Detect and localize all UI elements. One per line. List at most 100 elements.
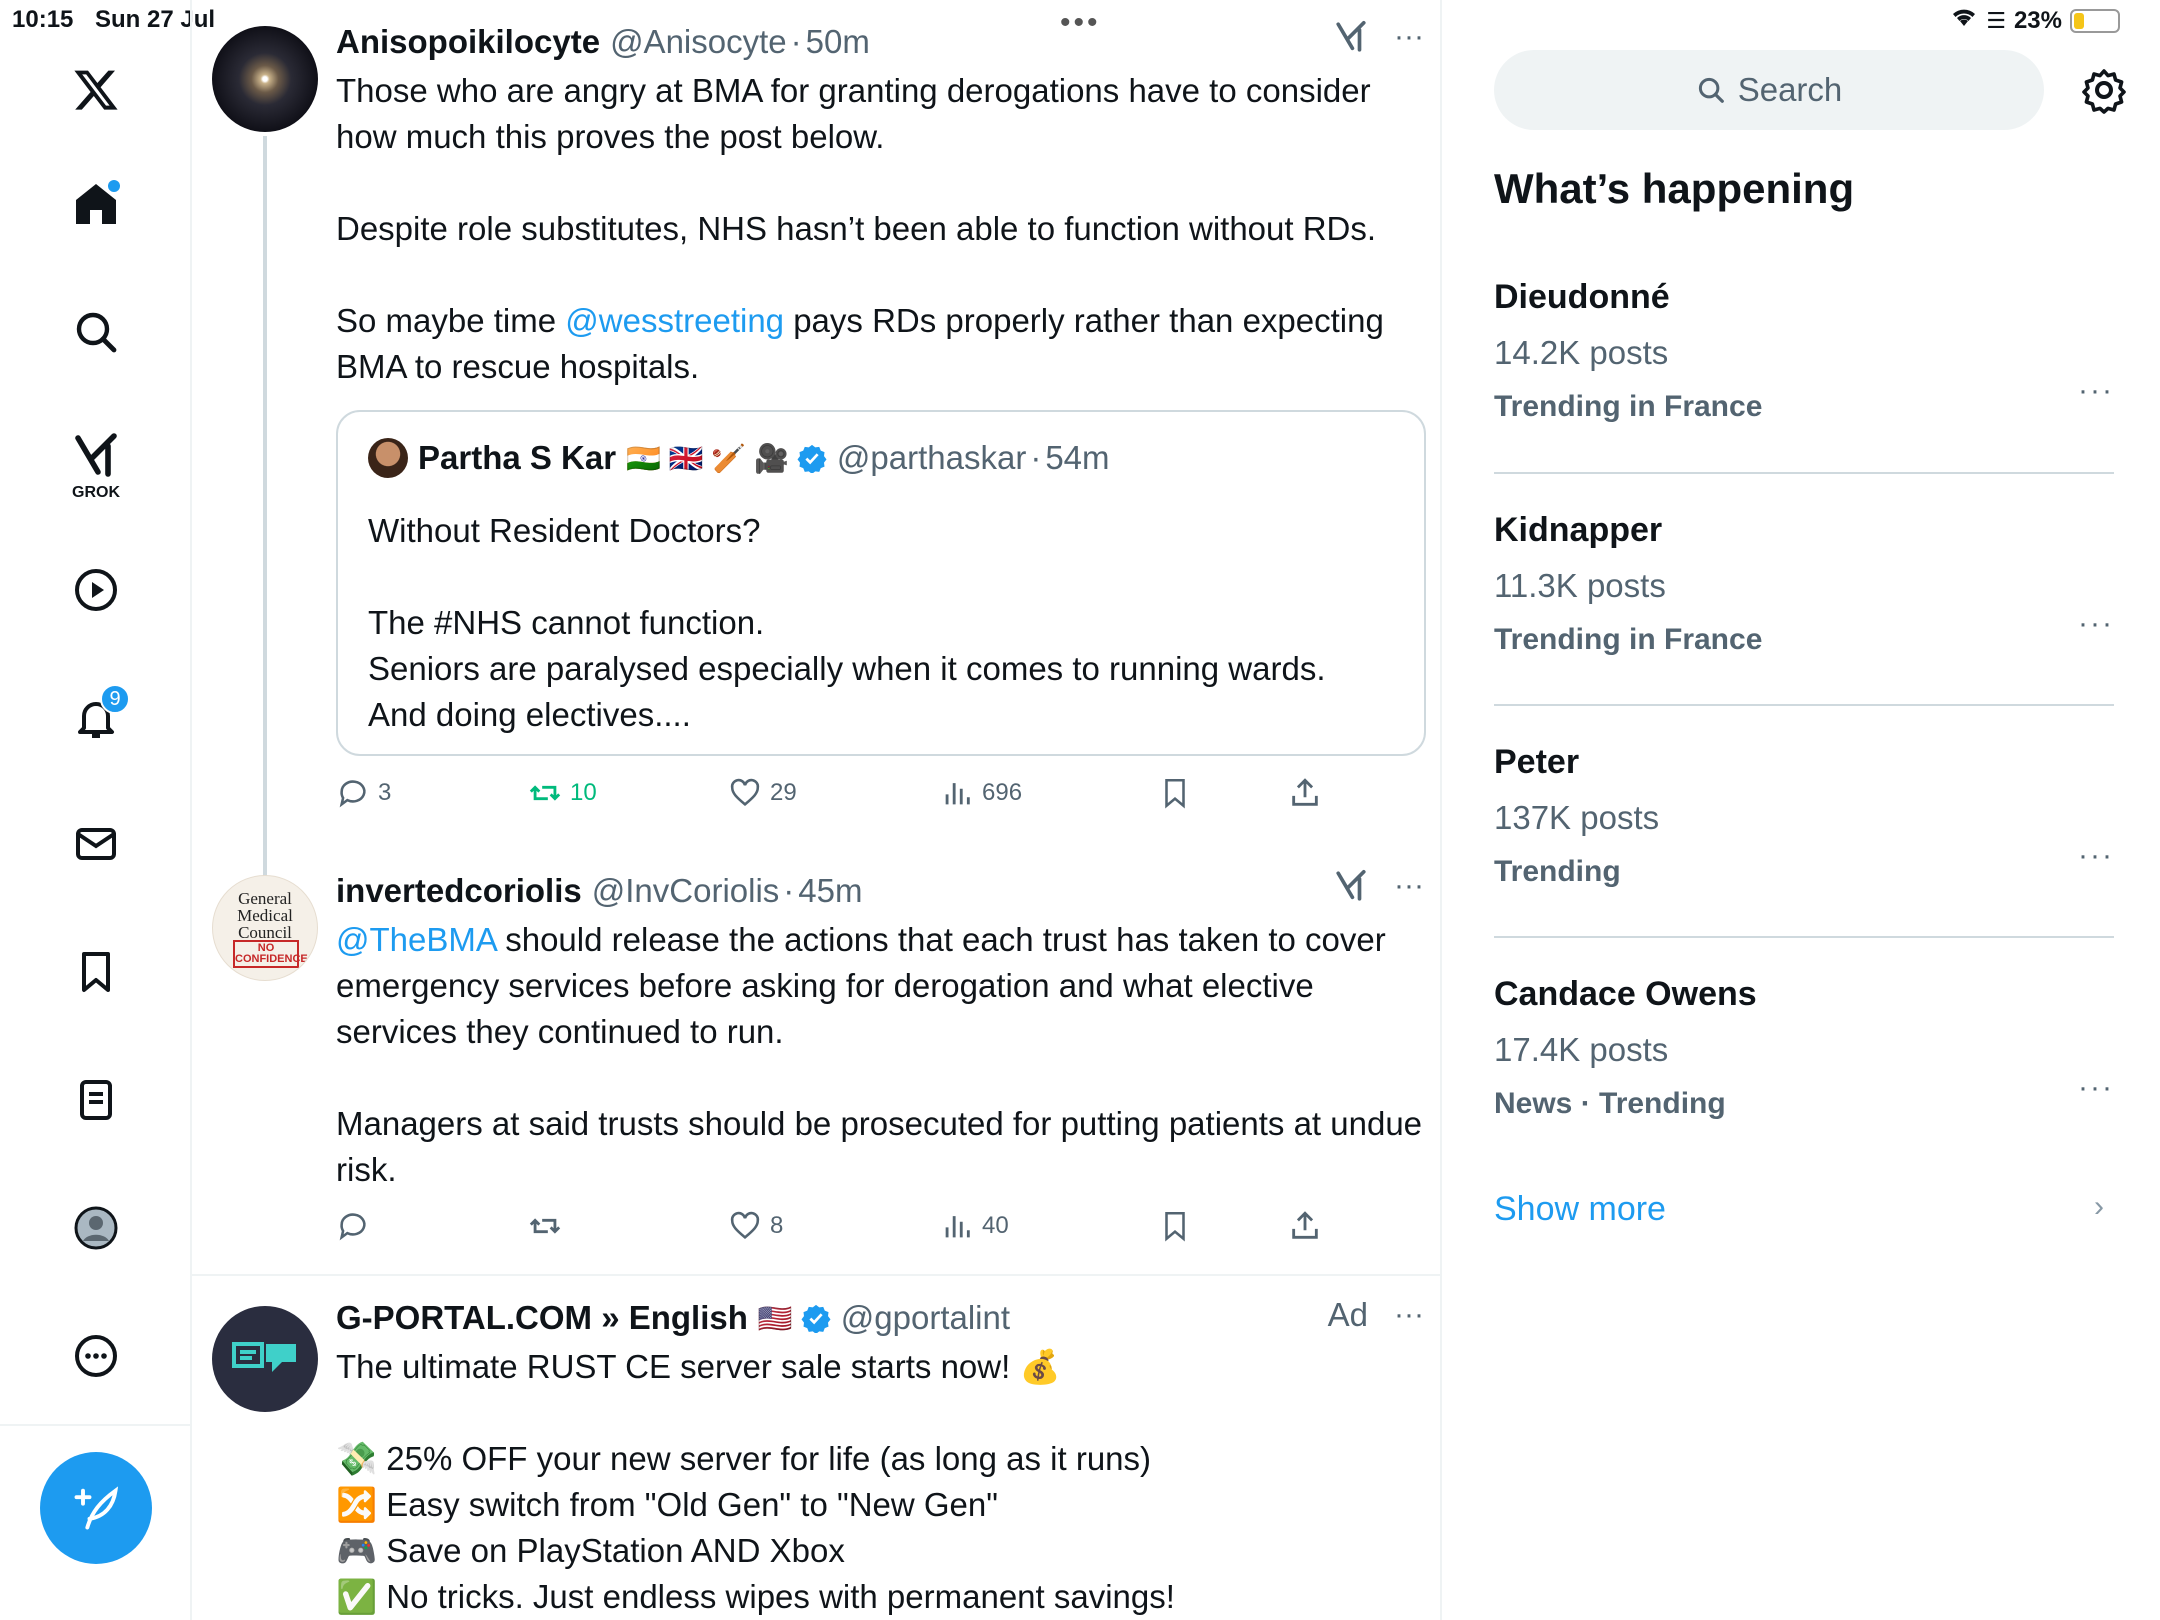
- right-sidebar: Search What’s happening Dieudonné 14.2K …: [1444, 0, 2160, 1620]
- gear-icon[interactable]: [2080, 66, 2128, 114]
- author-handle[interactable]: @InvCoriolis: [592, 872, 780, 910]
- views-count: 40: [982, 1212, 1009, 1239]
- verified-icon: [801, 1303, 831, 1333]
- author-name[interactable]: invertedcoriolis: [336, 872, 582, 910]
- mention-link[interactable]: @wesstreeting: [565, 302, 784, 339]
- trend-context: Trending in France: [1494, 390, 1763, 423]
- repost-button[interactable]: 10: [528, 776, 597, 810]
- ellipsis-icon[interactable]: ···: [1394, 1298, 1424, 1332]
- trend-name: Kidnapper: [1494, 511, 1663, 549]
- bookmark-icon: [1165, 778, 1185, 809]
- ellipsis-icon[interactable]: ···: [2078, 607, 2114, 641]
- avatar[interactable]: General Medical Council NO CONFIDENCE: [212, 875, 318, 981]
- repost-button[interactable]: [528, 1209, 570, 1243]
- sidebar-divider: [0, 1424, 192, 1426]
- like-button[interactable]: 8: [728, 1209, 783, 1243]
- tweet-body: G-PORTAL.COM » English 🇺🇸 @gportalint Ad…: [336, 1296, 1424, 1620]
- avatar-text-line: General: [238, 889, 292, 908]
- views-count: 696: [982, 779, 1023, 806]
- bookmark-icon[interactable]: [60, 936, 132, 1008]
- quoted-tweet[interactable]: Partha S Kar 🇮🇳 🇬🇧 🏏 🎥 @parthaskar · 54m…: [336, 410, 1426, 756]
- grok-icon[interactable]: [1334, 869, 1368, 903]
- tweet-text: The ultimate RUST CE server sale starts …: [336, 1348, 1175, 1615]
- share-icon: [1292, 778, 1318, 806]
- like-icon: [730, 1211, 760, 1239]
- tweet-ad-gportal[interactable]: G-PORTAL.COM » English 🇺🇸 @gportalint Ad…: [192, 1276, 1440, 1620]
- quote-avatar: [368, 438, 408, 478]
- trend-divider: [1494, 704, 2114, 706]
- trend-divider: [1494, 472, 2114, 474]
- ellipsis-icon[interactable]: ···: [1394, 869, 1424, 903]
- author-handle[interactable]: @Anisocyte: [610, 23, 787, 61]
- tweet-text-part: Those who are angry at BMA for granting …: [336, 72, 1377, 339]
- reply-icon: [339, 1213, 366, 1241]
- views-icon: [945, 783, 970, 805]
- reply-icon: [339, 780, 366, 808]
- bookmark-button[interactable]: [1158, 776, 1192, 810]
- views-icon: [945, 1216, 970, 1238]
- views-button[interactable]: 40: [940, 1209, 1009, 1243]
- trend-item[interactable]: Kidnapper 11.3K posts Trending in France…: [1494, 511, 2114, 657]
- tweet-invcoriolis[interactable]: General Medical Council NO CONFIDENCE in…: [192, 855, 1440, 1275]
- show-more-link[interactable]: Show more: [1494, 1190, 1666, 1229]
- author-handle[interactable]: @gportalint: [841, 1299, 1010, 1337]
- chevron-right-icon[interactable]: ›: [2094, 1190, 2104, 1224]
- tweet-time[interactable]: 45m: [798, 872, 862, 910]
- ellipsis-icon[interactable]: ···: [2078, 839, 2114, 873]
- bell-icon[interactable]: 9: [60, 682, 132, 754]
- tweet-body: invertedcoriolis @InvCoriolis · 45m ··· …: [336, 869, 1424, 1193]
- avatar[interactable]: [212, 26, 318, 132]
- views-button[interactable]: 696: [940, 776, 1022, 810]
- bookmark-button[interactable]: [1158, 1209, 1192, 1243]
- tweet-header: invertedcoriolis @InvCoriolis · 45m ···: [336, 869, 1424, 913]
- avatar[interactable]: [212, 1306, 318, 1412]
- trend-name: Dieudonné: [1494, 278, 1670, 316]
- trend-divider: [1494, 936, 2114, 938]
- tweet-time[interactable]: 50m: [806, 23, 870, 61]
- quote-header: Partha S Kar 🇮🇳 🇬🇧 🏏 🎥 @parthaskar · 54m: [368, 438, 1110, 478]
- ellipsis-icon[interactable]: ···: [1394, 20, 1424, 54]
- trend-name: Peter: [1494, 743, 1580, 781]
- mail-icon[interactable]: [60, 808, 132, 880]
- avatar-text-line: Medical: [237, 906, 293, 925]
- share-button[interactable]: [1288, 1209, 1322, 1243]
- author-name[interactable]: Anisopoikilocyte: [336, 23, 600, 61]
- avatar-text-line: Council: [238, 923, 292, 942]
- compose-button[interactable]: [40, 1452, 152, 1564]
- reply-button[interactable]: [336, 1209, 378, 1243]
- more-icon[interactable]: [60, 1320, 132, 1392]
- trend-context: Trending in France: [1494, 623, 1763, 656]
- ellipsis-icon[interactable]: ···: [2078, 1071, 2114, 1105]
- trend-item[interactable]: Candace Owens 17.4K posts News · Trendin…: [1494, 975, 2114, 1121]
- trend-item[interactable]: Peter 137K posts Trending ···: [1494, 743, 2114, 889]
- list-icon[interactable]: [60, 1064, 132, 1136]
- bookmark-icon: [1165, 1211, 1185, 1242]
- avatar-text: General Medical Council: [213, 890, 317, 941]
- notifications-badge: 9: [100, 684, 130, 714]
- tweet-anisocyte[interactable]: Anisopoikilocyte @Anisocyte · 50m ··· Th…: [192, 0, 1440, 876]
- like-button[interactable]: 29: [728, 776, 797, 810]
- reply-button[interactable]: 3: [336, 776, 391, 810]
- x-logo-icon[interactable]: [60, 54, 132, 126]
- avatar-stamp-line: CONFIDENCE: [235, 953, 308, 965]
- tweet-body: Anisopoikilocyte @Anisocyte · 50m ··· Th…: [336, 20, 1424, 390]
- thread-line: [263, 136, 267, 876]
- like-icon: [730, 778, 760, 806]
- mention-link[interactable]: @TheBMA: [336, 921, 496, 958]
- search-input[interactable]: Search: [1494, 50, 2044, 130]
- author-name[interactable]: G-PORTAL.COM » English: [336, 1299, 748, 1337]
- search-icon[interactable]: [60, 296, 132, 368]
- grok-icon[interactable]: [1334, 20, 1368, 54]
- share-button[interactable]: [1288, 776, 1322, 810]
- home-icon[interactable]: [60, 168, 132, 240]
- profile-icon[interactable]: [60, 1192, 132, 1264]
- separator-dot: ·: [1030, 439, 1042, 476]
- ellipsis-icon[interactable]: ···: [2078, 374, 2114, 408]
- video-icon[interactable]: [60, 554, 132, 626]
- tweet-tools: ···: [1334, 20, 1424, 54]
- grok-icon[interactable]: GROK: [60, 420, 132, 501]
- quote-text: Without Resident Doctors? The #NHS canno…: [368, 512, 1326, 733]
- trend-item[interactable]: Dieudonné 14.2K posts Trending in France…: [1494, 278, 2114, 424]
- tweet-tools: Ad ···: [1328, 1296, 1424, 1334]
- separator-dot: ·: [783, 872, 795, 909]
